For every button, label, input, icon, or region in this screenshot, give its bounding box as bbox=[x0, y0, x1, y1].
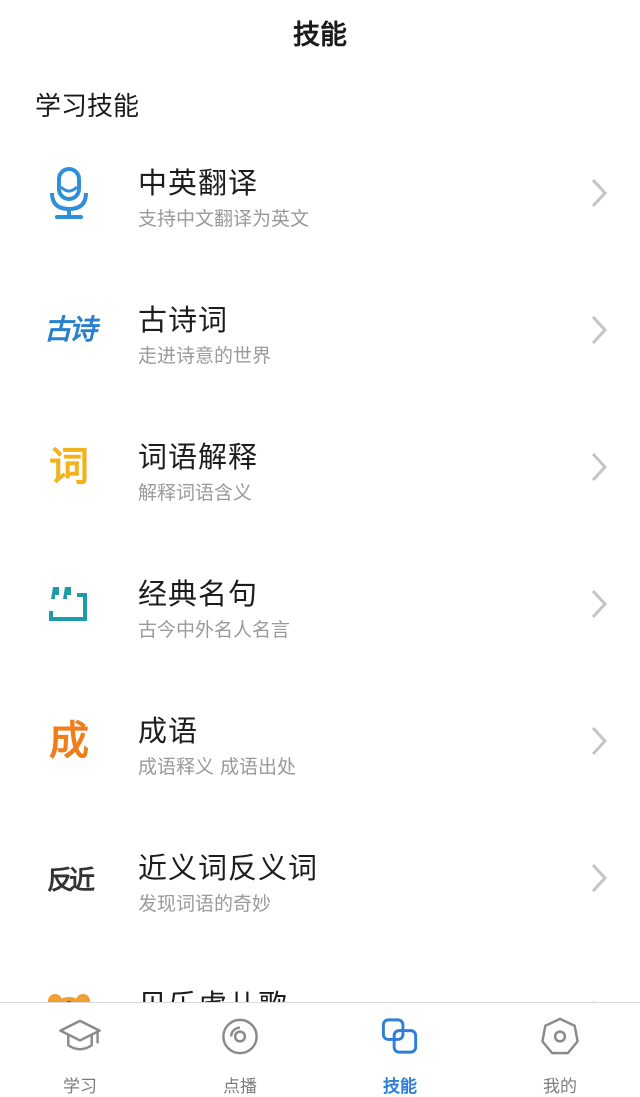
skill-item-word-explanation[interactable]: 词 词语解释 解释词语含义 bbox=[0, 398, 640, 535]
page-title: 技能 bbox=[293, 19, 347, 51]
profile-icon bbox=[541, 1017, 579, 1055]
tab-label: 学习 bbox=[63, 1077, 97, 1097]
skill-item-ancient-poems[interactable]: 古诗 古诗词 走进诗意的世界 bbox=[0, 261, 640, 398]
synonym-antonym-icon: 反近 bbox=[38, 843, 100, 913]
ancient-poem-icon: 古诗 bbox=[38, 295, 100, 365]
skill-title: 古诗词 bbox=[138, 303, 229, 337]
skill-title: 近义词反义词 bbox=[138, 851, 319, 885]
skill-list: 中英翻译 支持中文翻译为英文 古诗 古诗词 走进诗意的世界 词 词语解释 解释词… bbox=[0, 124, 640, 1002]
word-icon: 词 bbox=[38, 432, 100, 502]
tab-mine[interactable]: 我的 bbox=[480, 1003, 640, 1097]
tiger-icon bbox=[38, 980, 100, 1002]
chevron-right-icon bbox=[591, 452, 608, 482]
quote-icon bbox=[38, 569, 100, 639]
chevron-right-icon bbox=[591, 178, 608, 208]
section-title: 学习技能 bbox=[35, 92, 140, 122]
skill-item-synonyms-antonyms[interactable]: 反近 近义词反义词 发现词语的奇妙 bbox=[0, 809, 640, 946]
top-header: 技能 bbox=[0, 0, 640, 64]
tab-label: 技能 bbox=[383, 1077, 417, 1097]
skill-title: 贝乐虎儿歌 bbox=[138, 982, 288, 1002]
chevron-right-icon bbox=[591, 863, 608, 893]
skill-title: 成语 bbox=[138, 714, 199, 748]
skill-subtitle: 解释词语含义 bbox=[138, 482, 253, 504]
skills-icon bbox=[381, 1018, 418, 1054]
idiom-icon: 成 bbox=[38, 706, 100, 776]
microphone-icon bbox=[38, 158, 100, 228]
skill-title: 中英翻译 bbox=[138, 166, 259, 200]
ancient-poem-icon-text: 古诗 bbox=[43, 313, 97, 346]
skill-subtitle: 成语释义 成语出处 bbox=[138, 756, 297, 778]
skill-item-idioms[interactable]: 成 成语 成语释义 成语出处 bbox=[0, 672, 640, 809]
skill-title: 经典名句 bbox=[138, 577, 259, 611]
idiom-icon-text: 成 bbox=[49, 717, 89, 764]
skill-subtitle: 走进诗意的世界 bbox=[138, 345, 272, 367]
tab-on-demand[interactable]: 点播 bbox=[160, 1003, 320, 1097]
skill-subtitle: 发现词语的奇妙 bbox=[138, 893, 272, 915]
tab-label: 点播 bbox=[223, 1077, 257, 1097]
chevron-right-icon bbox=[591, 726, 608, 756]
synonym-antonym-icon-text: 反近 bbox=[46, 865, 95, 896]
graduation-cap-icon bbox=[59, 1019, 101, 1051]
chevron-right-icon bbox=[591, 315, 608, 345]
skill-title: 词语解释 bbox=[138, 440, 259, 474]
tab-study[interactable]: 学习 bbox=[0, 1003, 160, 1097]
skill-item-translation[interactable]: 中英翻译 支持中文翻译为英文 bbox=[0, 124, 640, 261]
skill-subtitle: 古今中外名人名言 bbox=[138, 619, 291, 641]
skill-item-tiger-songs[interactable]: 贝乐虎儿歌 bbox=[0, 946, 640, 1002]
tab-skills[interactable]: 技能 bbox=[320, 1003, 480, 1097]
bottom-tab-bar: 学习 点播 技能 我的 bbox=[0, 1002, 640, 1097]
skill-subtitle: 支持中文翻译为英文 bbox=[138, 208, 310, 230]
chevron-right-icon bbox=[591, 589, 608, 619]
disc-icon bbox=[222, 1018, 258, 1055]
tab-label: 我的 bbox=[543, 1077, 577, 1097]
skill-item-famous-quotes[interactable]: 经典名句 古今中外名人名言 bbox=[0, 535, 640, 672]
word-icon-text: 词 bbox=[49, 443, 89, 490]
